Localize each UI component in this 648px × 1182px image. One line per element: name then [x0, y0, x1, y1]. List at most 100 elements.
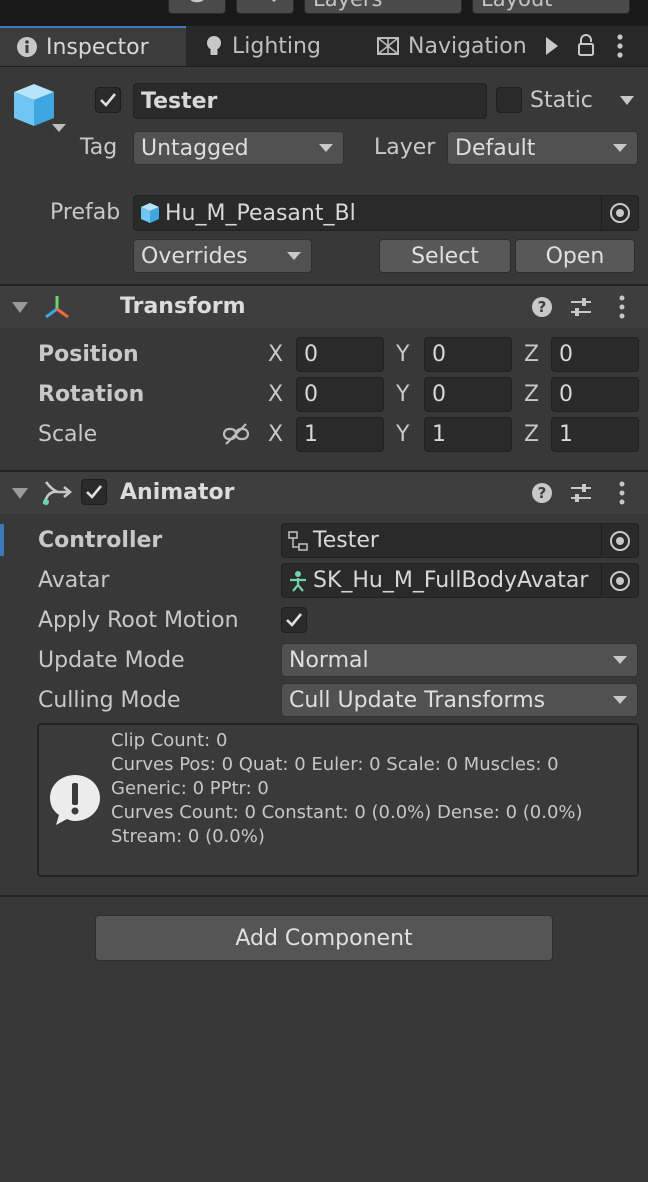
- foldout-arrow-icon[interactable]: [12, 302, 28, 313]
- prefab-cube-icon: [141, 203, 159, 223]
- checkmark-icon: [286, 613, 303, 627]
- culling-mode-dropdown[interactable]: Cull Update Transforms: [281, 683, 638, 717]
- animator-icon: [42, 481, 72, 505]
- overrides-label: Overrides: [141, 243, 248, 269]
- axis-y-label: Y: [396, 342, 410, 367]
- update-mode-dropdown[interactable]: Normal: [281, 643, 638, 677]
- info-line: Clip Count: 0: [111, 730, 228, 751]
- tab-label: Inspector: [46, 34, 149, 60]
- layout-label: Layout: [481, 0, 552, 11]
- tag-dropdown[interactable]: Untagged: [133, 131, 344, 165]
- tab-scroll-right-icon[interactable]: [546, 37, 558, 55]
- scale-z-field[interactable]: 1: [551, 417, 639, 452]
- svg-text:?: ?: [538, 484, 547, 502]
- chevron-down-icon: [613, 656, 627, 664]
- transform-title: Transform: [120, 294, 246, 319]
- target-icon: [610, 570, 630, 591]
- culling-mode-label: Culling Mode: [38, 688, 181, 713]
- tab-navigation[interactable]: Navigation: [376, 26, 536, 66]
- unlinked-chain-icon[interactable]: [222, 422, 250, 448]
- overrides-dropdown[interactable]: Overrides: [133, 239, 312, 273]
- checkmark-icon: [100, 93, 117, 107]
- position-x-field[interactable]: 0: [296, 337, 384, 372]
- kebab-menu-icon[interactable]: [612, 32, 628, 60]
- layout-dropdown[interactable]: Layout: [472, 0, 630, 14]
- info-exclamation-icon: [50, 775, 100, 825]
- tab-lighting[interactable]: Lighting: [204, 26, 364, 66]
- info-line: Curves Count: 0 Constant: 0 (0.0%) Dense…: [111, 802, 583, 823]
- update-mode-label: Update Mode: [38, 648, 185, 673]
- animator-title: Animator: [120, 480, 235, 505]
- presets-icon[interactable]: [569, 481, 593, 505]
- kebab-menu-icon[interactable]: [614, 480, 630, 506]
- static-label: Static: [530, 88, 593, 113]
- avatar-label: Avatar: [38, 568, 110, 593]
- animator-enabled-checkbox[interactable]: [81, 479, 107, 505]
- layers-dropdown[interactable]: Layers: [304, 0, 462, 14]
- top-toolbar: Layers Layout: [0, 0, 648, 26]
- axis-y-label: Y: [396, 422, 410, 447]
- chevron-down-icon: [319, 144, 333, 152]
- culling-mode-value: Cull Update Transforms: [289, 687, 546, 713]
- gameobject-cube-icon[interactable]: [12, 82, 70, 138]
- history-button[interactable]: [168, 0, 226, 14]
- search-icon: [271, 0, 276, 3]
- rotation-label: Rotation: [38, 382, 145, 407]
- avatar-field[interactable]: SK_Hu_M_FullBodyAvatar: [281, 563, 639, 598]
- active-checkbox[interactable]: [95, 87, 121, 113]
- rotation-y-field[interactable]: 0: [424, 377, 512, 412]
- axis-z-label: Z: [524, 382, 540, 407]
- position-z-field[interactable]: 0: [551, 337, 639, 372]
- scale-y-field[interactable]: 1: [424, 417, 512, 452]
- object-picker-button[interactable]: [601, 196, 638, 230]
- tag-value: Untagged: [141, 135, 249, 161]
- tag-label: Tag: [80, 135, 118, 160]
- name-field[interactable]: Tester: [133, 83, 487, 119]
- add-component-button[interactable]: Add Component: [95, 915, 553, 961]
- position-label: Position: [38, 342, 139, 367]
- animator-info-box: Clip Count: 0 Curves Pos: 0 Quat: 0 Eule…: [37, 723, 639, 877]
- position-y-field[interactable]: 0: [424, 337, 512, 372]
- open-button[interactable]: Open: [515, 239, 635, 273]
- chevron-down-icon: [613, 144, 627, 152]
- object-picker-button[interactable]: [601, 524, 638, 557]
- info-line: Generic: 0 PPtr: 0: [111, 778, 269, 799]
- axis-z-label: Z: [524, 422, 540, 447]
- info-line: Curves Pos: 0 Quat: 0 Euler: 0 Scale: 0 …: [111, 754, 559, 775]
- rotation-x-field[interactable]: 0: [296, 377, 384, 412]
- foldout-arrow-icon[interactable]: [12, 488, 28, 499]
- static-dropdown-icon[interactable]: [620, 96, 634, 105]
- select-button[interactable]: Select: [379, 239, 511, 273]
- controller-field[interactable]: Tester: [281, 523, 639, 558]
- search-button[interactable]: [236, 0, 294, 14]
- static-checkbox[interactable]: [496, 87, 522, 113]
- info-text: Clip Count: 0 Curves Pos: 0 Quat: 0 Eule…: [111, 729, 583, 849]
- prefab-value: Hu_M_Peasant_Bl: [165, 200, 356, 226]
- rotation-z-field[interactable]: 0: [551, 377, 639, 412]
- avatar-figure-icon: [290, 570, 306, 592]
- presets-icon[interactable]: [569, 295, 593, 319]
- layer-value: Default: [455, 135, 536, 161]
- divider: [0, 895, 648, 897]
- navmesh-icon: [377, 37, 399, 55]
- prefab-field[interactable]: Hu_M_Peasant_Bl: [133, 195, 639, 231]
- help-icon[interactable]: ?: [530, 295, 554, 319]
- tab-bar: Inspector Lighting Navigation: [0, 26, 648, 67]
- help-icon[interactable]: ?: [530, 481, 554, 505]
- lock-icon[interactable]: [576, 34, 596, 58]
- tab-label: Lighting: [232, 33, 321, 59]
- tab-inspector[interactable]: Inspector: [0, 26, 186, 66]
- kebab-menu-icon[interactable]: [614, 294, 630, 320]
- info-icon: [17, 37, 37, 57]
- object-picker-button[interactable]: [601, 564, 638, 597]
- controller-label: Controller: [38, 528, 163, 553]
- bulb-icon: [207, 36, 221, 55]
- tab-label: Navigation: [408, 33, 527, 59]
- layer-dropdown[interactable]: Default: [447, 131, 638, 165]
- transform-axis-icon: [45, 296, 69, 319]
- scale-x-field[interactable]: 1: [296, 417, 384, 452]
- apply-root-motion-checkbox[interactable]: [281, 607, 307, 633]
- axis-z-label: Z: [524, 342, 540, 367]
- svg-text:?: ?: [538, 298, 547, 316]
- layer-label: Layer: [374, 135, 436, 160]
